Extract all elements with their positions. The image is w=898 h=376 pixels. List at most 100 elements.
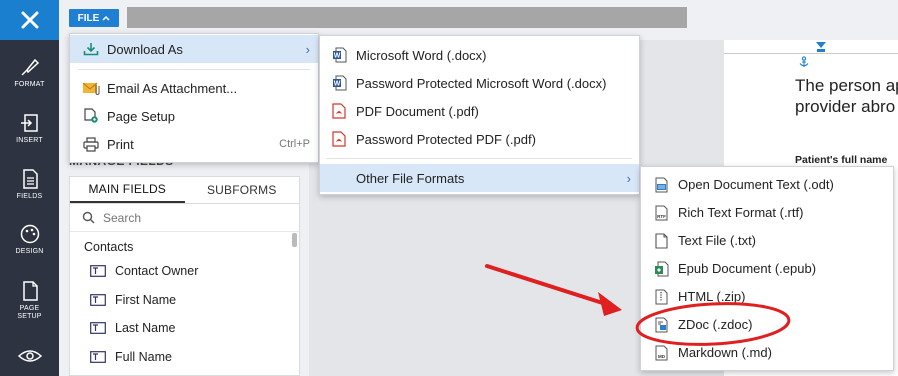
insert-icon [20,114,38,132]
text-field-icon [90,350,106,363]
rail-item-page-setup[interactable]: PAGE SETUP [0,280,59,321]
menu-item-label: Password Protected Microsoft Word (.docx… [356,75,607,91]
menu-item-txt[interactable]: Text File (.txt) [641,227,893,254]
rail-item-format[interactable]: FORMAT [0,56,59,89]
field-item[interactable]: Full Name [70,343,299,372]
fields-scrollbar[interactable] [292,233,297,247]
menu-item-download-as[interactable]: Download As › [70,35,318,63]
rail-item-fields[interactable]: FIELDS [0,168,59,201]
menu-item-label: Rich Text Format (.rtf) [678,205,804,220]
rail-label-fields: FIELDS [16,193,43,200]
menu-item-page-setup[interactable]: Page Setup [70,103,318,129]
menu-item-rtf[interactable]: RTF Rich Text Format (.rtf) [641,199,893,226]
close-button[interactable] [0,0,59,40]
menu-item-label: Text File (.txt) [678,233,757,248]
menu-item-zdoc[interactable]: ZDoc (.zdoc) [641,311,893,338]
field-item[interactable]: First Name [70,286,299,315]
palette-icon [20,224,39,244]
menu-item-label: Page Setup [107,108,175,124]
menu-item-pdf[interactable]: PDF Document (.pdf) [320,98,639,124]
download-as-menu: W Microsoft Word (.docx) W Password Prot… [319,35,640,195]
menu-item-label: PDF Document (.pdf) [356,103,479,119]
menu-item-label: Password Protected PDF (.pdf) [356,131,536,147]
close-icon [21,11,38,29]
page-setup-rail-icon [22,281,38,301]
menu-item-label: Download As [107,41,183,57]
field-label: Contact Owner [115,264,199,279]
svg-text:W: W [333,81,340,88]
menu-item-epub[interactable]: Epub Document (.epub) [641,255,893,282]
pdf-icon [326,103,352,119]
text-field-icon [90,322,106,335]
anchor-icon [799,56,809,67]
menu-item-print[interactable]: Print Ctrl+P [70,131,318,157]
rail-item-insert[interactable]: INSERT [0,112,59,145]
word-doc-icon: W [326,75,352,91]
ruler-marker-icon [816,42,826,52]
svg-text:MD: MD [658,354,666,359]
search-input[interactable] [103,210,263,225]
menu-item-odt[interactable]: Open Document Text (.odt) [641,171,893,198]
field-label: First Name [115,292,177,307]
menu-item-markdown[interactable]: MD Markdown (.md) [641,339,893,366]
page-setup-icon [78,108,104,124]
search-row [70,204,299,232]
print-shortcut: Ctrl+P [279,138,310,150]
menu-item-other-file-formats[interactable]: Other File Formats › [320,164,639,192]
word-doc-icon: W [326,47,352,63]
email-attachment-icon [78,81,104,95]
menu-item-label: Open Document Text (.odt) [678,177,834,192]
menu-item-protected-docx[interactable]: W Password Protected Microsoft Word (.do… [320,70,639,96]
markdown-icon: MD [648,345,674,361]
menu-separator [78,69,310,70]
tab-main-fields[interactable]: MAIN FIELDS [70,177,185,203]
menu-item-html-zip[interactable]: HTML (.zip) [641,283,893,310]
menu-item-label: HTML (.zip) [678,289,746,304]
menu-item-label: ZDoc (.zdoc) [678,317,753,332]
fields-box: MAIN FIELDS SUBFORMS Contacts Contact Ow… [69,176,300,376]
eye-icon [17,350,42,362]
download-icon [78,42,104,56]
rail-label-insert: INSERT [16,137,43,144]
menu-item-label: Microsoft Word (.docx) [356,47,487,63]
tab-subforms[interactable]: SUBFORMS [185,177,300,203]
fields-tabs: MAIN FIELDS SUBFORMS [70,177,299,204]
menu-item-docx[interactable]: W Microsoft Word (.docx) [320,42,639,68]
text-field-icon [90,265,106,278]
document-line: provider abro [795,97,896,116]
file-button-label: FILE [77,12,100,24]
chevron-up-icon [102,15,110,21]
search-icon [82,211,95,224]
rail-label-format: FORMAT [14,81,45,88]
document-title-bar[interactable] [127,7,687,28]
menu-item-label: Epub Document (.epub) [678,261,817,276]
svg-text:W: W [333,53,340,60]
html-zip-icon [648,289,674,305]
odt-icon [648,177,674,193]
printer-icon [78,136,104,152]
document-field-label: Patient's full name [795,154,888,166]
menu-item-label: Markdown (.md) [678,345,772,360]
file-menu-button[interactable]: FILE [69,9,119,27]
menu-item-label: Email As Attachment... [107,80,238,96]
brush-icon [20,58,39,76]
epub-icon [648,261,674,277]
pdf-icon [326,131,352,147]
rail-item-design[interactable]: DESIGN [0,223,59,256]
field-item[interactable]: Last Name [70,314,299,343]
rail-item-preview[interactable] [0,348,59,364]
left-toolbar: FORMAT INSERT FIELDS DESIGN PAGE SETUP [0,0,59,376]
field-group-title: Contacts [84,240,134,254]
svg-text:RTF: RTF [657,214,666,219]
rail-label-page-setup: PAGE SETUP [17,305,42,320]
text-field-icon [90,293,106,306]
rtf-icon: RTF [648,205,674,221]
field-label: Last Name [115,321,176,336]
ruler [724,40,898,54]
document-line: The person ap [795,76,898,95]
document-body-text: The person ap provider abro [795,75,898,117]
menu-item-email-attachment[interactable]: Email As Attachment... [70,75,318,101]
chevron-right-icon: › [626,170,631,186]
menu-item-protected-pdf[interactable]: Password Protected PDF (.pdf) [320,126,639,152]
field-item[interactable]: Contact Owner [70,257,299,286]
